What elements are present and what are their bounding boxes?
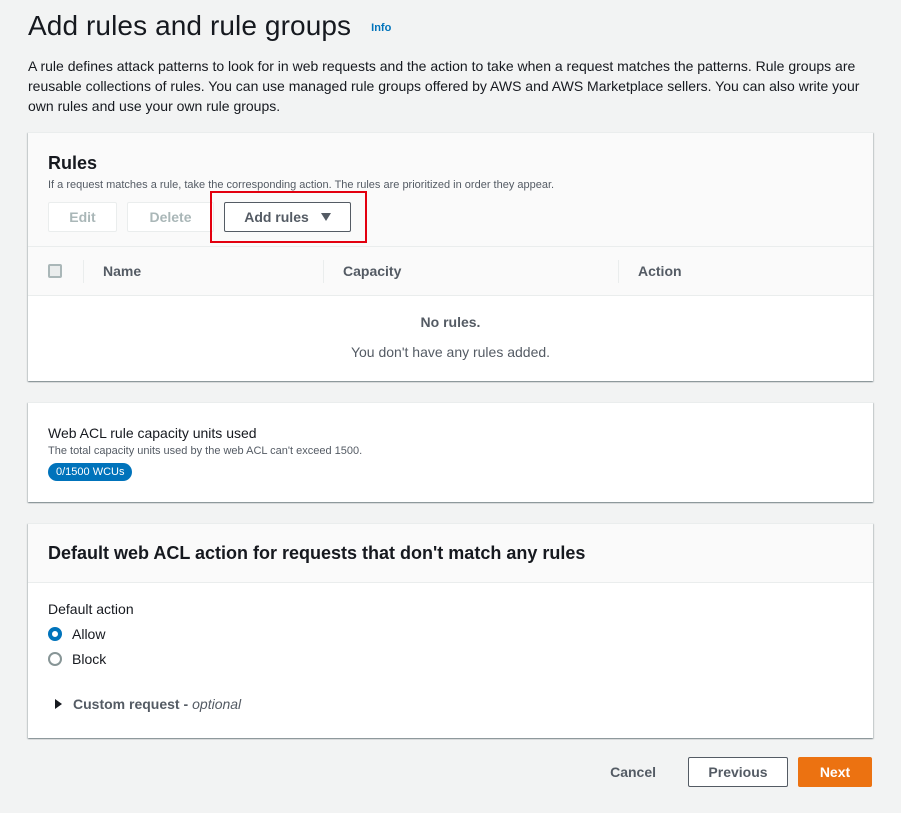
default-action-body: Default action Allow Block Custom reques…: [28, 583, 873, 730]
page-description: A rule defines attack patterns to look f…: [28, 58, 860, 114]
capacity-badge: 0/1500 WCUs: [48, 463, 133, 481]
column-label: Action: [638, 263, 682, 279]
rules-title: Rules: [48, 153, 98, 173]
expander-label: Custom request -: [73, 696, 189, 712]
empty-state: No rules. You don't have any rules added…: [28, 296, 873, 360]
page-header: Add rules and rule groups Info A rule de…: [28, 10, 868, 116]
column-label: Name: [103, 263, 142, 279]
page-title: Add rules and rule groups: [28, 10, 352, 41]
column-header-capacity[interactable]: Capacity: [323, 247, 618, 295]
rules-table-header: Name Capacity Action: [28, 247, 873, 296]
delete-button[interactable]: Delete: [127, 202, 214, 232]
capacity-panel: Web ACL rule capacity units used The tot…: [28, 402, 873, 502]
caret-right-icon: [55, 699, 62, 709]
cancel-button[interactable]: Cancel: [610, 764, 656, 780]
column-header-action[interactable]: Action: [618, 247, 873, 295]
previous-button[interactable]: Previous: [688, 757, 788, 787]
rules-actions: Edit Delete Add rules: [48, 202, 351, 232]
capacity-subtitle: The total capacity units used by the web…: [48, 445, 363, 457]
column-divider: [618, 260, 619, 283]
add-rules-button[interactable]: Add rules: [224, 202, 351, 232]
column-label: Capacity: [343, 263, 402, 279]
radio-block-label: Block: [72, 651, 107, 667]
edit-button[interactable]: Edit: [48, 202, 117, 232]
radio-allow[interactable]: Allow: [48, 626, 853, 642]
column-divider: [323, 260, 324, 283]
wizard-footer: Cancel Previous Next: [610, 757, 872, 787]
next-button[interactable]: Next: [798, 757, 872, 787]
radio-checked-icon[interactable]: [48, 627, 62, 641]
select-all-checkbox[interactable]: [48, 264, 62, 278]
empty-title: No rules.: [420, 314, 481, 330]
radio-block[interactable]: Block: [48, 651, 853, 667]
caret-down-icon: [320, 213, 331, 221]
empty-description: You don't have any rules added.: [350, 344, 551, 360]
add-rules-label: Add rules: [244, 209, 309, 225]
expander-optional: optional: [192, 696, 242, 712]
column-header-name[interactable]: Name: [83, 247, 323, 295]
select-all-cell: [28, 264, 83, 278]
default-action-label: Default action: [48, 601, 134, 617]
radio-allow-label: Allow: [72, 626, 106, 642]
capacity-title: Web ACL rule capacity units used: [48, 425, 257, 441]
custom-request-expander[interactable]: Custom request - optional: [55, 696, 853, 712]
column-divider: [83, 260, 84, 283]
default-action-header: Default web ACL action for requests that…: [28, 524, 873, 583]
info-link[interactable]: Info: [371, 22, 391, 34]
rules-subtitle: If a request matches a rule, take the co…: [48, 179, 555, 191]
rules-panel: Rules If a request matches a rule, take …: [28, 132, 873, 381]
radio-unchecked-icon[interactable]: [48, 652, 62, 666]
default-action-panel: Default web ACL action for requests that…: [28, 523, 873, 738]
rules-header: Rules If a request matches a rule, take …: [28, 133, 873, 247]
default-action-title: Default web ACL action for requests that…: [48, 543, 586, 563]
